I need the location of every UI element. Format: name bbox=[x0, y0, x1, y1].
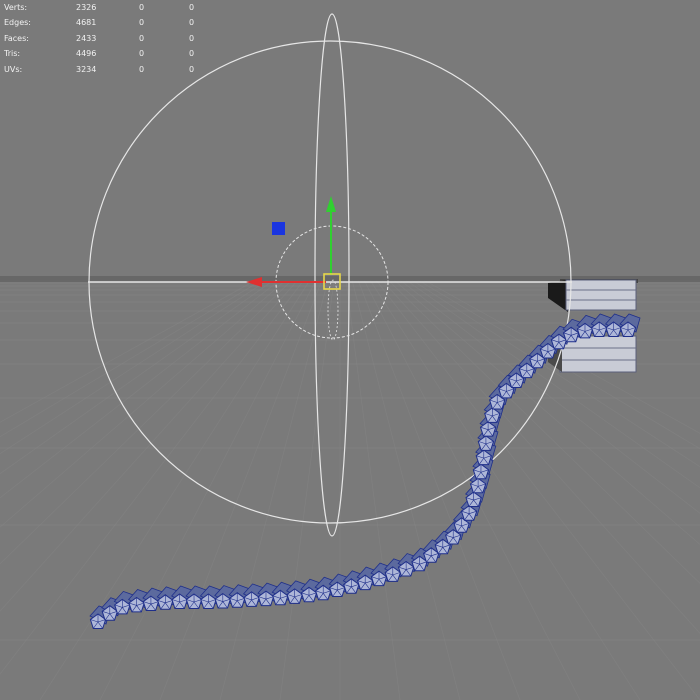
3d-viewport[interactable] bbox=[0, 0, 700, 700]
plane-handle-square-icon[interactable] bbox=[272, 222, 285, 235]
